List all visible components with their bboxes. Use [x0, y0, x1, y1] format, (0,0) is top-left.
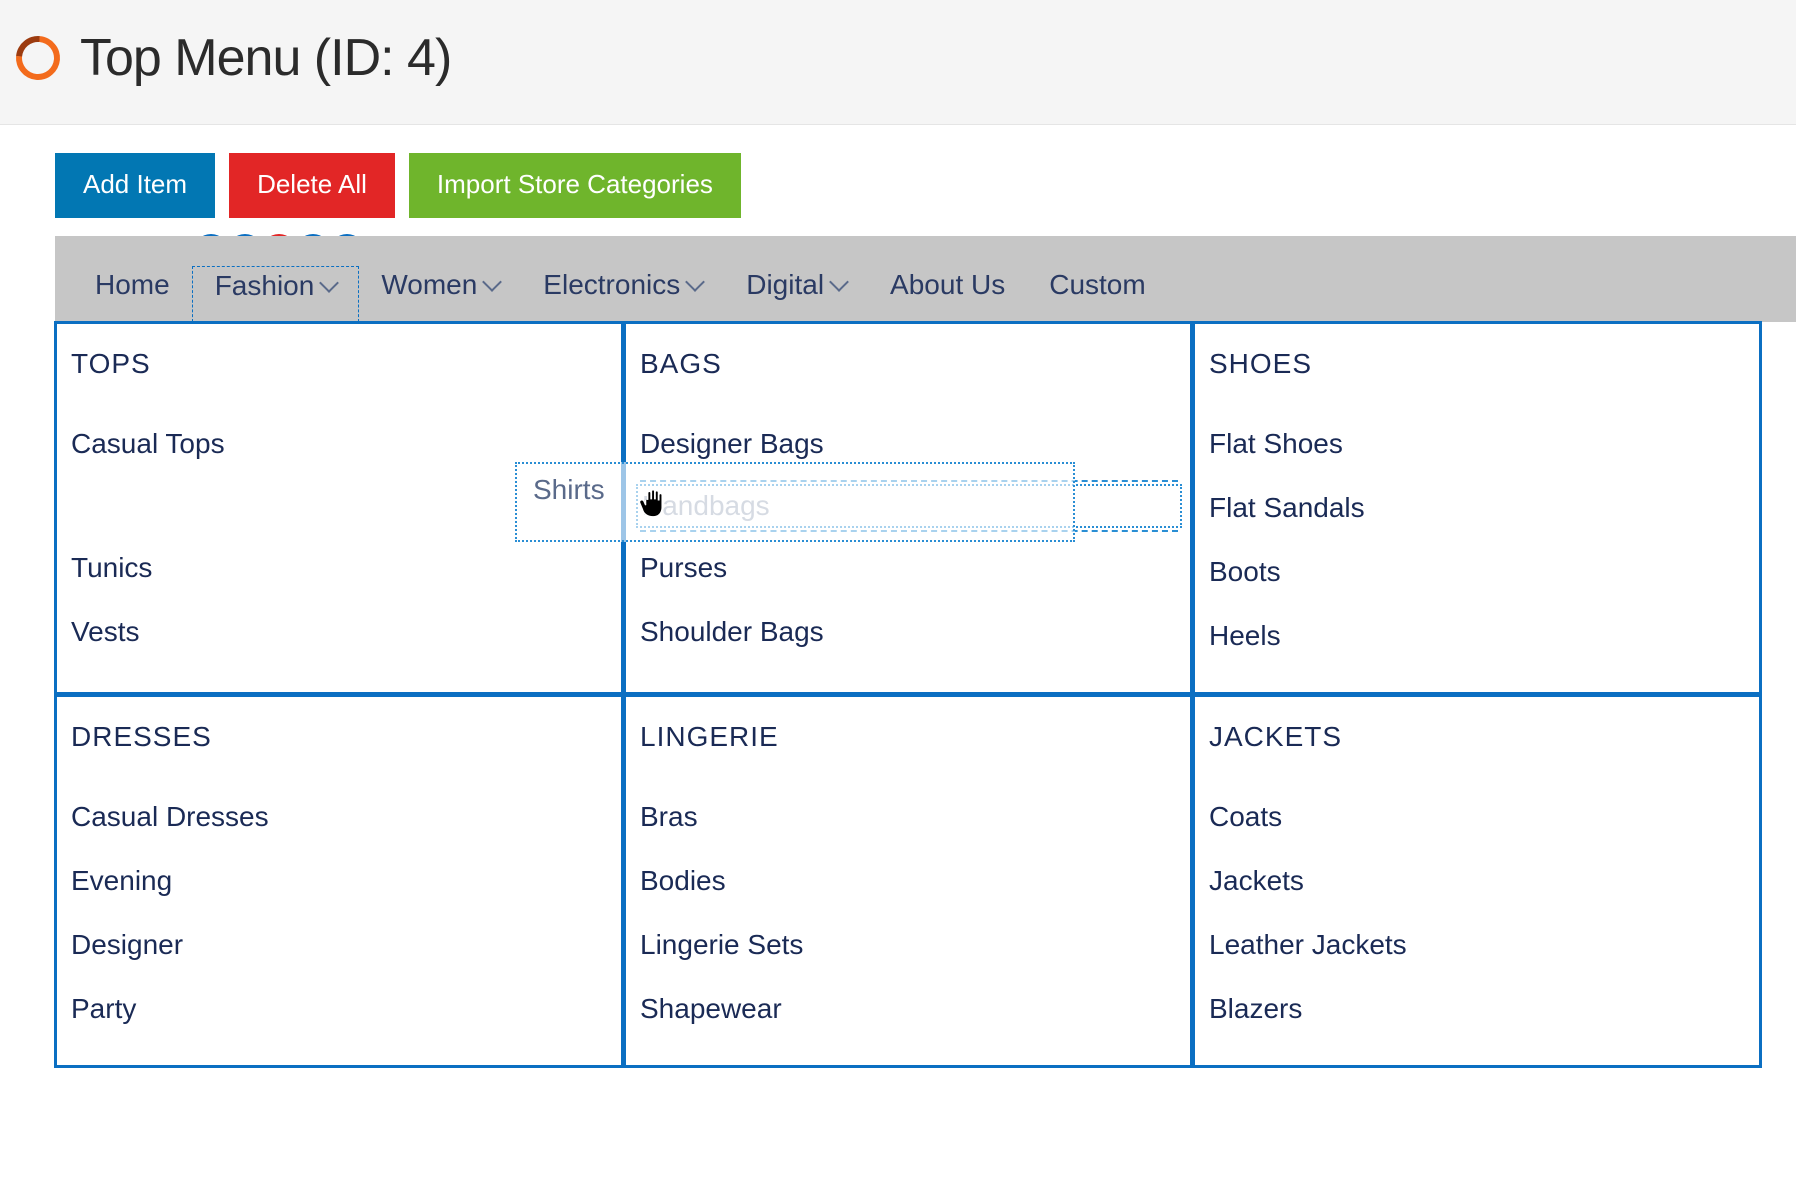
nav-item-custom[interactable]: Custom [1027, 266, 1167, 322]
mega-menu-row-2: DRESSES Casual Dresses Evening Designer … [55, 695, 1767, 1068]
mega-column-shoes[interactable]: SHOES Flat Shoes Flat Sandals Boots Heel… [1192, 321, 1762, 695]
delete-all-button[interactable]: Delete All [229, 153, 395, 218]
column-item[interactable]: Designer Bags [640, 412, 1178, 476]
chevron-down-icon [482, 272, 502, 292]
top-nav: Home Fashion Women Electronics Digital A… [55, 236, 1796, 322]
chevron-down-icon [829, 272, 849, 292]
mega-column-lingerie[interactable]: LINGERIE Bras Bodies Lingerie Sets Shape… [623, 694, 1193, 1068]
column-item[interactable]: Shapewear [640, 977, 1178, 1041]
column-item[interactable]: Jackets [1209, 849, 1747, 913]
column-item[interactable]: Designer [71, 913, 609, 977]
mega-menu-row-1: TOPS Casual Tops Tunics Vests BAGS Desig… [55, 322, 1767, 695]
menu-editor: Home Fashion Women Electronics Digital A… [55, 236, 1796, 1068]
nav-item-fashion[interactable]: Fashion [192, 266, 360, 322]
mega-column-bags[interactable]: BAGS Designer Bags Handbags Purses Shoul… [623, 321, 1193, 695]
nav-label: Fashion [215, 270, 315, 302]
import-categories-button[interactable]: Import Store Categories [409, 153, 741, 218]
column-item[interactable]: Flat Sandals [1209, 476, 1747, 540]
chevron-down-icon [319, 273, 339, 293]
nav-item-electronics[interactable]: Electronics [521, 266, 724, 322]
mega-column-jackets[interactable]: JACKETS Coats Jackets Leather Jackets Bl… [1192, 694, 1762, 1068]
column-item[interactable]: Purses [640, 536, 1178, 600]
page-header: Top Menu (ID: 4) [0, 0, 1796, 125]
column-item[interactable]: Lingerie Sets [640, 913, 1178, 977]
column-title: LINGERIE [640, 721, 1178, 753]
column-item[interactable]: Party [71, 977, 609, 1041]
column-item[interactable]: Flat Shoes [1209, 412, 1747, 476]
drop-indicator-line [640, 530, 1178, 532]
column-item[interactable]: Boots [1209, 540, 1747, 604]
column-item[interactable]: Shoulder Bags [640, 600, 1178, 664]
column-title: DRESSES [71, 721, 609, 753]
column-title: BAGS [640, 348, 1178, 380]
column-item[interactable]: Vests [71, 600, 609, 664]
nav-label: Custom [1049, 269, 1145, 301]
column-item[interactable]: Casual Dresses [71, 785, 609, 849]
chevron-down-icon [685, 272, 705, 292]
nav-label: Digital [746, 269, 824, 301]
mega-column-dresses[interactable]: DRESSES Casual Dresses Evening Designer … [54, 694, 624, 1068]
drop-indicator-line [640, 480, 1178, 482]
column-title: TOPS [71, 348, 609, 380]
nav-label: Women [381, 269, 477, 301]
brand-icon [7, 27, 69, 89]
column-title: SHOES [1209, 348, 1747, 380]
column-item[interactable]: Tunics [71, 536, 609, 600]
nav-label: Home [95, 269, 170, 301]
column-item[interactable]: Heels [1209, 604, 1747, 668]
action-bar: Add Item Delete All Import Store Categor… [0, 125, 1796, 236]
column-title: JACKETS [1209, 721, 1747, 753]
column-item[interactable]: Leather Jackets [1209, 913, 1747, 977]
column-item-drop-target[interactable]: Handbags [636, 484, 1182, 528]
nav-item-women[interactable]: Women [359, 266, 521, 322]
column-item[interactable]: Coats [1209, 785, 1747, 849]
column-item[interactable]: Casual Tops [71, 412, 609, 476]
column-item[interactable]: Bras [640, 785, 1178, 849]
nav-label: Electronics [543, 269, 680, 301]
column-item[interactable]: Blazers [1209, 977, 1747, 1041]
nav-item-about-us[interactable]: About Us [868, 266, 1027, 322]
column-item[interactable]: Evening [71, 849, 609, 913]
page-title: Top Menu (ID: 4) [80, 28, 451, 88]
nav-item-home[interactable]: Home [73, 266, 192, 322]
column-item[interactable]: Bodies [640, 849, 1178, 913]
add-item-button[interactable]: Add Item [55, 153, 215, 218]
mega-column-tops[interactable]: TOPS Casual Tops Tunics Vests [54, 321, 624, 695]
nav-label: About Us [890, 269, 1005, 301]
nav-item-digital[interactable]: Digital [724, 266, 868, 322]
